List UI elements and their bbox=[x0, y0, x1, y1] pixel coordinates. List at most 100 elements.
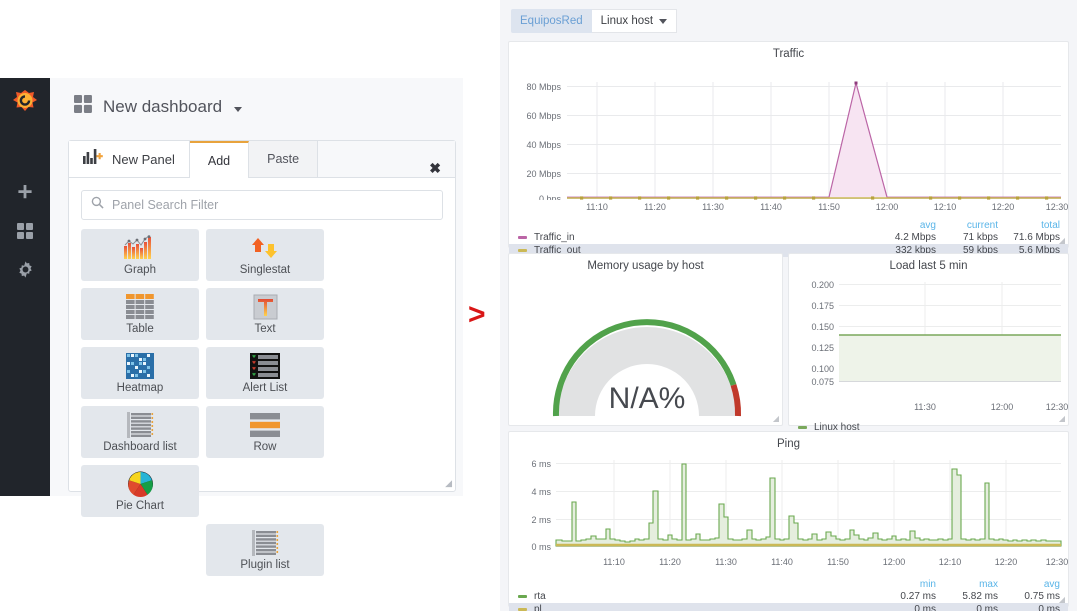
y-tick-label: 60 Mbps bbox=[526, 111, 561, 121]
plus-icon[interactable] bbox=[0, 172, 50, 211]
panel-type-label: Dashboard list bbox=[103, 441, 177, 453]
panel-resize-grip-icon[interactable]: ◢ bbox=[1059, 236, 1065, 245]
legend-color-swatch bbox=[518, 249, 527, 252]
y-tick-label: 0 bps bbox=[539, 194, 562, 200]
template-variable-row: EquiposRed Linux host bbox=[500, 0, 1077, 34]
dashboard-title-row[interactable]: New dashboard bbox=[50, 78, 463, 124]
legend-value-min: 0 ms bbox=[914, 604, 936, 611]
legend-value-current: 71 kbps bbox=[962, 232, 998, 243]
close-icon[interactable]: ✖ bbox=[429, 160, 455, 177]
panel-type-singlestat[interactable]: Singlestat bbox=[206, 229, 324, 281]
y-tick-label: 2 ms bbox=[531, 515, 551, 525]
load-xaxis: 11:30 12:00 12:30 bbox=[914, 402, 1068, 412]
panel-type-graph[interactable]: Graph bbox=[81, 229, 199, 281]
x-tick-label: 11:50 bbox=[818, 202, 840, 212]
panel-type-pie-chart[interactable]: Pie Chart bbox=[81, 465, 199, 517]
x-tick-label: 12:30 bbox=[1046, 202, 1069, 212]
panel-resize-grip-icon[interactable]: ◢ bbox=[1059, 414, 1065, 423]
y-tick-label: 4 ms bbox=[531, 487, 551, 497]
legend-color-swatch bbox=[518, 595, 527, 598]
add-panel-tabs: New Panel Add Paste ✖ bbox=[69, 141, 455, 178]
traffic-xaxis: 11:10 11:20 11:30 11:40 11:50 12:00 12:1… bbox=[586, 202, 1069, 212]
y-tick-label: 0.125 bbox=[811, 343, 834, 353]
table-icon bbox=[126, 293, 154, 321]
dashboard-list-icon bbox=[125, 411, 155, 439]
y-tick-label: 20 Mbps bbox=[526, 169, 561, 179]
x-tick-label: 11:40 bbox=[760, 202, 782, 212]
panel-type-plugin-list[interactable]: Plugin list bbox=[206, 524, 324, 576]
legend-header: avg current total bbox=[509, 220, 1068, 231]
singlestat-icon bbox=[249, 234, 281, 262]
panel-type-alert-list[interactable]: Alert List bbox=[206, 347, 324, 399]
legend-col-current: current bbox=[966, 220, 998, 231]
x-tick-label: 12:00 bbox=[883, 557, 906, 567]
tab-paste[interactable]: Paste bbox=[249, 141, 319, 177]
panel-type-dashboard-list[interactable]: Dashboard list bbox=[81, 406, 199, 458]
panel-type-text[interactable]: Text bbox=[206, 288, 324, 340]
template-variable-value: Linux host bbox=[600, 15, 654, 27]
panel-type-label: Plugin list bbox=[240, 559, 290, 571]
grafana-logo[interactable] bbox=[6, 84, 44, 122]
panel-search-wrap bbox=[69, 178, 455, 220]
gauge-value: N/A% bbox=[609, 382, 686, 415]
legend-series-name: rta bbox=[534, 591, 546, 602]
resize-grip-icon[interactable]: ◢ bbox=[445, 478, 452, 489]
y-tick-label: 0.075 bbox=[811, 377, 834, 387]
page-title: New dashboard bbox=[103, 97, 223, 116]
chevron-down-icon[interactable] bbox=[234, 106, 243, 112]
x-tick-label: 12:00 bbox=[991, 402, 1014, 412]
x-tick-label: 12:30 bbox=[1046, 557, 1069, 567]
row-icon bbox=[250, 411, 280, 439]
load-chart: 0.200 0.175 0.150 0.125 0.100 0.075 bbox=[811, 280, 1061, 387]
legend-row[interactable]: rta 0.27 ms 5.82 ms 0.75 ms bbox=[509, 590, 1068, 603]
legend-row[interactable]: Traffic_in 4.2 Mbps 71 kbps 71.6 Mbps bbox=[509, 231, 1068, 244]
tab-add[interactable]: Add bbox=[189, 141, 250, 178]
y-tick-label: 40 Mbps bbox=[526, 140, 561, 150]
legend-header: min max avg bbox=[509, 579, 1068, 590]
legend-color-swatch bbox=[518, 236, 527, 239]
plugin-list-icon bbox=[250, 529, 280, 557]
panel-load-last-5-min: Load last 5 min 0.200 0.175 0.150 0.125 … bbox=[788, 253, 1069, 433]
legend-series-name: pl bbox=[534, 604, 542, 611]
memory-gauge: N/A% bbox=[552, 319, 742, 417]
panel-type-row[interactable]: Row bbox=[206, 406, 324, 458]
legend-value-min: 0.27 ms bbox=[900, 591, 936, 602]
side-nav bbox=[0, 78, 50, 496]
traffic-legend: avg current total Traffic_in 4.2 Mbps 71… bbox=[509, 220, 1068, 257]
x-tick-label: 11:20 bbox=[644, 202, 666, 212]
panel-type-label: Table bbox=[126, 323, 154, 335]
template-variable-select[interactable]: Linux host bbox=[591, 9, 678, 33]
x-tick-label: 11:50 bbox=[827, 557, 849, 567]
panel-title: Load last 5 min bbox=[889, 260, 968, 272]
alert-list-icon bbox=[250, 352, 280, 380]
y-tick-label: 0.200 bbox=[811, 280, 834, 290]
gear-icon[interactable] bbox=[0, 250, 50, 289]
panel-resize-grip-icon[interactable]: ◢ bbox=[1059, 595, 1065, 604]
panel-type-table[interactable]: Table bbox=[81, 288, 199, 340]
legend-row[interactable]: pl 0 ms 0 ms 0 ms bbox=[509, 603, 1068, 611]
add-panel-box: New Panel Add Paste ✖ Panel Search Filte… bbox=[68, 140, 456, 576]
graph-icon bbox=[122, 234, 158, 262]
ping-legend: min max avg rta 0.27 ms 5.82 ms 0.75 ms … bbox=[509, 579, 1068, 611]
panel-type-label: Alert List bbox=[242, 382, 288, 394]
panel-type-heatmap[interactable]: Heatmap bbox=[81, 347, 199, 399]
x-tick-label: 11:30 bbox=[702, 202, 724, 212]
dashboard-editor-pane: New dashboard New Panel Add Paste ✖ Pane… bbox=[0, 0, 500, 611]
y-tick-label: 0.175 bbox=[811, 301, 834, 311]
dashboards-icon[interactable] bbox=[0, 211, 50, 250]
panel-ping: Ping 6 ms 4 ms 2 ms 0 ms 11:10 11:20 11:… bbox=[508, 431, 1069, 611]
x-tick-label: 11:30 bbox=[914, 402, 936, 412]
x-tick-label: 11:10 bbox=[586, 202, 608, 212]
panel-type-label: Row bbox=[253, 441, 277, 453]
x-tick-label: 11:20 bbox=[659, 557, 681, 567]
text-icon bbox=[252, 293, 279, 321]
search-input[interactable] bbox=[112, 198, 433, 212]
y-tick-label: 80 Mbps bbox=[526, 82, 561, 92]
x-tick-label: 11:10 bbox=[603, 557, 625, 567]
search-box[interactable] bbox=[81, 190, 443, 220]
panel-title: Ping bbox=[776, 438, 801, 450]
panel-type-label: Singlestat bbox=[239, 264, 291, 276]
panel-type-label: Text bbox=[254, 323, 276, 335]
traffic-chart: 80 Mbps 60 Mbps 40 Mbps 20 Mbps 0 bps bbox=[526, 81, 1061, 200]
panel-resize-grip-icon[interactable]: ◢ bbox=[773, 414, 779, 423]
